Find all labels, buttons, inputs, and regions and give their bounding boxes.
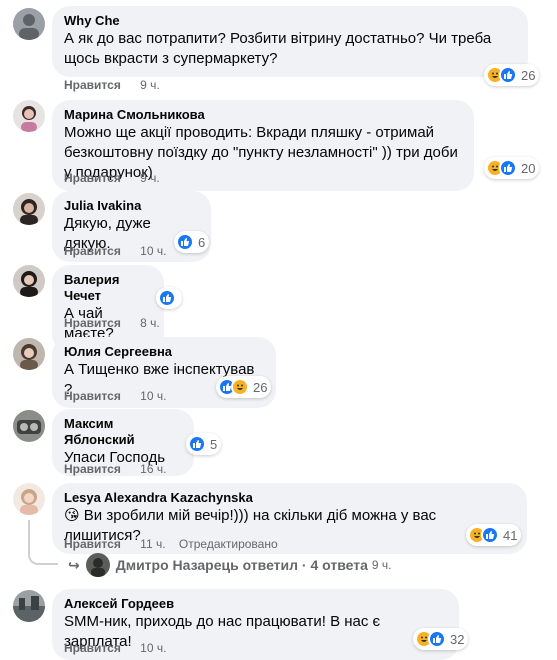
comment-meta: Нравится 9 ч. xyxy=(64,77,160,93)
reactions-badge[interactable]: 26 xyxy=(216,376,272,398)
avatar[interactable] xyxy=(13,265,45,297)
reaction-count: 6 xyxy=(198,234,206,250)
like-reaction-icon xyxy=(499,159,517,177)
comment-author[interactable]: Максим Яблонский xyxy=(64,416,182,448)
comment-meta: Нравится 11 ч. Отредактировано xyxy=(64,536,278,552)
comment-author[interactable]: Lesya Alexandra Kazachynska xyxy=(64,490,515,506)
avatar[interactable] xyxy=(13,100,45,132)
comment-meta: Нравится 10 ч. xyxy=(64,243,166,259)
reaction-count: 5 xyxy=(210,436,218,452)
avatar[interactable] xyxy=(13,8,45,40)
reply-arrow-icon: ↪ xyxy=(68,556,80,573)
timestamp[interactable]: 8 ч. xyxy=(140,316,160,330)
comment-author[interactable]: Юлия Сергеевна xyxy=(64,344,264,360)
timestamp[interactable]: 9 ч. xyxy=(140,78,160,92)
edited-label[interactable]: Отредактировано xyxy=(179,537,278,551)
avatar[interactable] xyxy=(13,483,45,515)
like-link[interactable]: Нравится xyxy=(64,171,121,185)
timestamp[interactable]: 9 ч. xyxy=(140,171,160,185)
avatar[interactable] xyxy=(13,193,45,225)
timestamp[interactable]: 10 ч. xyxy=(140,641,166,655)
reactions-badge[interactable]: 41 xyxy=(466,524,522,546)
reactions-badge[interactable]: 6 xyxy=(174,231,210,253)
like-link[interactable]: Нравится xyxy=(64,641,121,655)
comment-meta: Нравится 16 ч. xyxy=(64,461,166,477)
like-link[interactable]: Нравится xyxy=(64,462,121,476)
comment-author[interactable]: Алексей Гордеев xyxy=(64,596,447,612)
reaction-count: 20 xyxy=(521,160,536,176)
reactions-badge[interactable] xyxy=(156,287,182,309)
avatar[interactable] xyxy=(13,338,45,370)
reactions-badge[interactable]: 5 xyxy=(186,433,222,455)
like-reaction-icon xyxy=(428,630,446,648)
timestamp[interactable]: 10 ч. xyxy=(140,244,166,258)
timestamp[interactable]: 11 ч. xyxy=(140,537,165,551)
reply-avatar xyxy=(85,553,110,577)
haha-reaction-icon xyxy=(231,378,249,396)
view-replies-link[interactable]: ↪ Дмитро Назарець ответил · 4 ответа 9 ч… xyxy=(64,552,391,578)
reply-link-time: 9 ч. xyxy=(371,558,392,572)
reaction-count: 26 xyxy=(521,67,536,83)
comment-bubble: Why Che А як до вас потрапити? Розбити в… xyxy=(52,6,528,77)
timestamp[interactable]: 10 ч. xyxy=(140,389,166,403)
like-link[interactable]: Нравится xyxy=(64,78,121,92)
comment-meta: Нравится 8 ч. xyxy=(64,315,160,331)
reactions-badge[interactable]: 32 xyxy=(413,628,469,650)
avatar[interactable] xyxy=(13,410,45,442)
comment-author[interactable]: Валерия Чечет xyxy=(64,272,152,304)
comment-meta: Нравится 10 ч. xyxy=(64,388,166,404)
reaction-count: 41 xyxy=(503,527,518,543)
like-link[interactable]: Нравится xyxy=(64,244,121,258)
reactions-badge[interactable]: 26 xyxy=(484,64,540,86)
like-reaction-icon xyxy=(499,66,517,84)
like-reaction-icon xyxy=(176,233,194,251)
reactions-badge[interactable]: 20 xyxy=(484,157,540,179)
reaction-count: 32 xyxy=(450,631,465,647)
like-reaction-icon xyxy=(188,435,206,453)
like-link[interactable]: Нравится xyxy=(64,316,121,330)
like-reaction-icon xyxy=(481,526,499,544)
like-link[interactable]: Нравится xyxy=(64,537,121,551)
comment-author[interactable]: Марина Смольникова xyxy=(64,107,462,123)
comment-text: А як до вас потрапити? Розбити вітрину д… xyxy=(64,30,492,67)
like-reaction-icon xyxy=(158,289,176,307)
like-link[interactable]: Нравится xyxy=(64,389,121,403)
comment-meta: Нравится 9 ч. xyxy=(64,170,160,186)
comment-author[interactable]: Julia Ivakina xyxy=(64,198,199,214)
comment-author[interactable]: Why Che xyxy=(64,13,516,29)
avatar[interactable] xyxy=(13,590,45,622)
reply-link-text: Дмитро Назарець ответил · 4 ответа xyxy=(115,557,368,573)
timestamp[interactable]: 16 ч. xyxy=(140,462,166,476)
reaction-count: 26 xyxy=(253,379,268,395)
comment-meta: Нравится 10 ч. xyxy=(64,640,166,656)
